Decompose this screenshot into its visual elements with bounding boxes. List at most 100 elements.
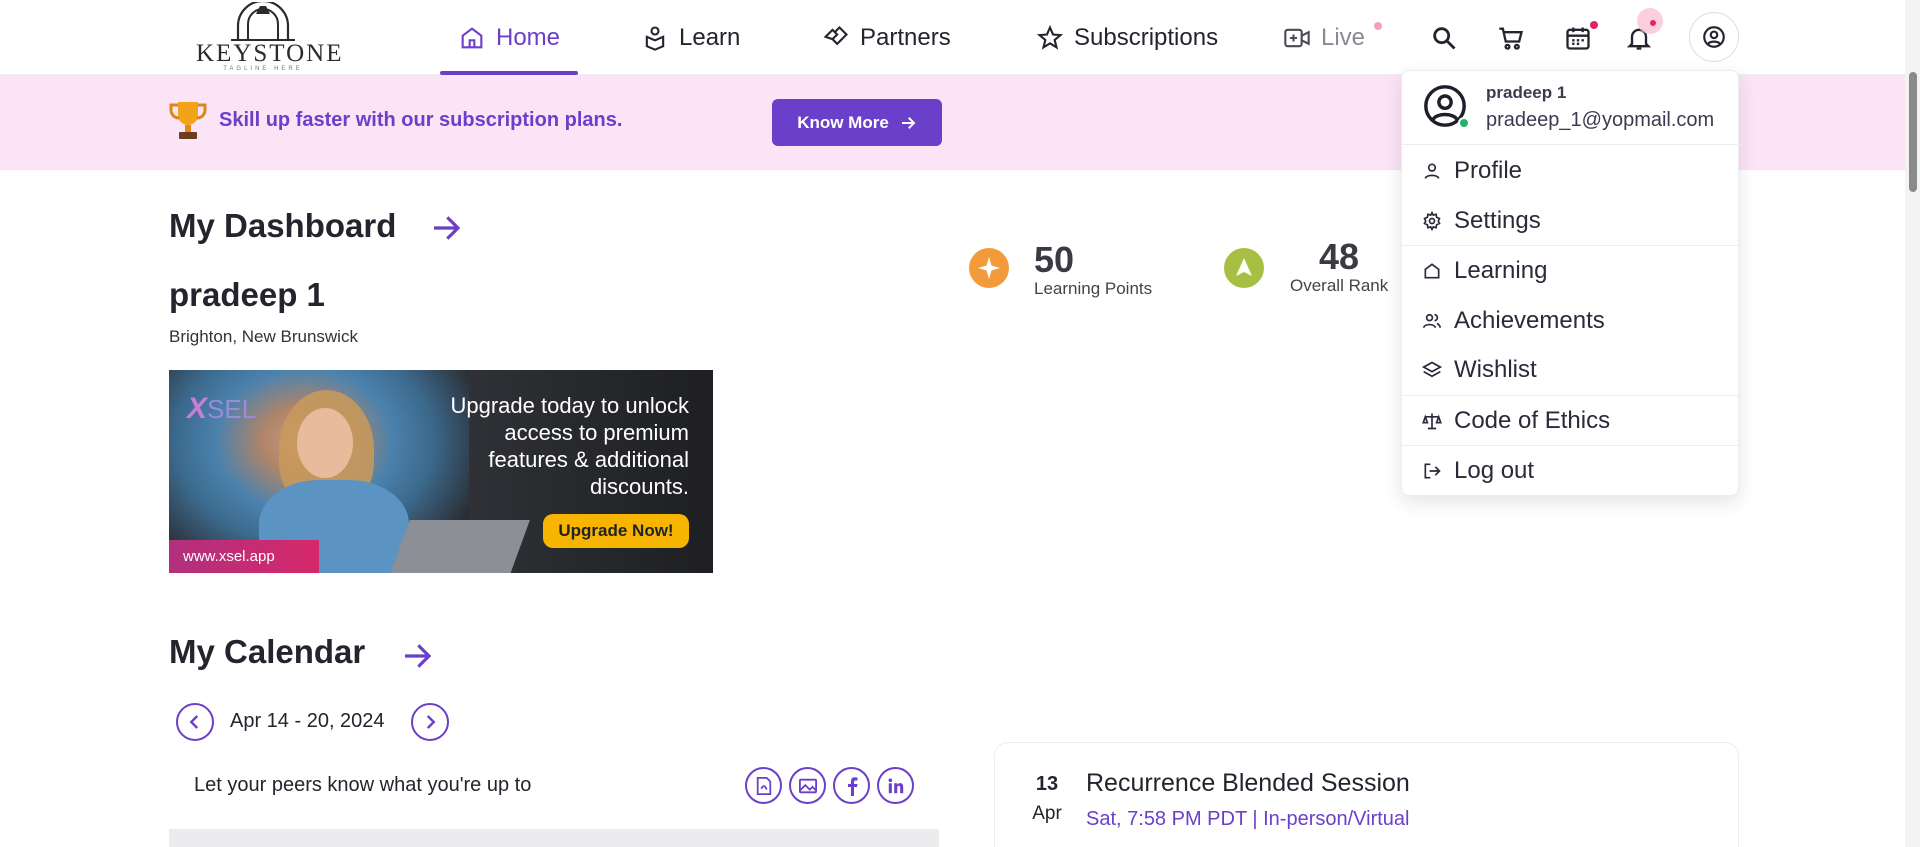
trophy-icon: [169, 102, 207, 139]
nav-subscriptions-label: Subscriptions: [1074, 23, 1219, 51]
handshake-icon: [823, 25, 848, 45]
menu-item-logout[interactable]: Log out: [1402, 446, 1740, 496]
arrow-right-icon: [901, 116, 916, 129]
promo-url: www.xsel.app: [169, 540, 319, 573]
menu-item-code-of-ethics-label: Code of Ethics: [1454, 407, 1611, 434]
dashboard-title: My Dashboard: [169, 207, 397, 244]
nav-live-label: Live: [1321, 23, 1366, 51]
upgrade-promo-banner[interactable]: XSEL Upgrade today to unlock access to p…: [169, 370, 713, 573]
menu-item-settings[interactable]: Settings: [1402, 196, 1740, 246]
promo-photo-laptop: [388, 520, 530, 573]
logout-icon: [1424, 463, 1441, 479]
scrollbar-thumb[interactable]: [1909, 72, 1917, 192]
share-facebook-button[interactable]: [833, 767, 870, 804]
user-dropdown-menu: pradeep 1 pradeep_1@yopmail.com Profile …: [1401, 70, 1740, 496]
overall-rank-icon: [1224, 248, 1264, 288]
linkedin-icon: [888, 777, 903, 793]
xsel-logo: XSEL: [187, 392, 256, 426]
video-plus-icon: [1284, 28, 1310, 47]
event-meta: Sat, 7:58 PM PDT | In-person/Virtual: [1086, 808, 1410, 830]
pdf-icon: [756, 776, 771, 795]
user-name: pradeep 1: [169, 276, 325, 313]
user-icon: [1424, 163, 1440, 179]
live-indicator-dot: [1374, 22, 1382, 30]
nav-home-label: Home: [496, 23, 561, 51]
week-range: Apr 14 - 20, 2024: [230, 710, 385, 732]
nav-live[interactable]: Live: [1283, 0, 1365, 75]
share-prompt: Let your peers know what you're up to: [194, 774, 532, 796]
user-circle-icon: [1703, 26, 1725, 48]
menu-item-achievements-label: Achievements: [1454, 307, 1605, 334]
top-nav-bar: KEYSTONE TAGLINE HERE Home Learn Partner…: [0, 0, 1920, 75]
menu-item-code-of-ethics[interactable]: Code of Ethics: [1402, 396, 1740, 446]
dashboard-arrow-icon[interactable]: [430, 212, 462, 244]
calendar-arrow-icon[interactable]: [401, 640, 433, 672]
menu-item-profile[interactable]: Profile: [1402, 146, 1740, 196]
menu-item-learning-label: Learning: [1454, 257, 1548, 284]
learn-icon: [645, 25, 665, 51]
cart-icon: [1499, 27, 1523, 50]
nav-partners[interactable]: Partners: [822, 0, 951, 75]
users-icon: [1422, 313, 1442, 329]
learning-points-icon: [969, 248, 1009, 288]
menu-item-wishlist-label: Wishlist: [1454, 356, 1537, 383]
gear-icon: [1423, 211, 1441, 231]
user-location: Brighton, New Brunswick: [169, 327, 358, 346]
keystone-logo[interactable]: KEYSTONE TAGLINE HERE: [196, 2, 344, 72]
cart-button[interactable]: [1491, 18, 1531, 58]
chevron-right-icon: [426, 715, 436, 729]
layers-icon: [1422, 361, 1442, 378]
chevron-left-icon: [189, 715, 199, 729]
share-image-button[interactable]: [789, 767, 826, 804]
page-scrollbar[interactable]: [1905, 0, 1920, 847]
home-icon: [1424, 263, 1440, 279]
xsel-logo-x: X: [187, 392, 208, 425]
event-month: Apr: [1032, 803, 1062, 824]
search-icon: [1433, 27, 1456, 50]
nav-subscriptions[interactable]: Subscriptions: [1036, 0, 1218, 75]
home-icon: [461, 26, 483, 48]
menu-item-profile-label: Profile: [1454, 157, 1523, 184]
online-status-dot: [1458, 117, 1470, 129]
menu-item-learning[interactable]: Learning: [1402, 246, 1740, 296]
notification-badge-dot: [1650, 20, 1656, 26]
facebook-icon: [847, 776, 857, 796]
user-menu-email: pradeep_1@yopmail.com: [1486, 109, 1715, 131]
event-title: Recurrence Blended Session: [1086, 769, 1410, 797]
calendar-title: My Calendar: [169, 633, 366, 670]
menu-item-logout-label: Log out: [1454, 457, 1535, 484]
logo-wordmark: KEYSTONE: [196, 40, 344, 67]
share-linkedin-button[interactable]: [877, 767, 914, 804]
user-menu-name: pradeep 1: [1486, 83, 1567, 102]
user-menu-button[interactable]: [1689, 12, 1739, 62]
prev-week-button[interactable]: [176, 703, 214, 741]
upgrade-now-button[interactable]: Upgrade Now!: [543, 514, 689, 548]
learning-points-value: 50: [1034, 239, 1075, 280]
next-week-button[interactable]: [411, 703, 449, 741]
search-button[interactable]: [1424, 18, 1464, 58]
nav-partners-label: Partners: [860, 23, 951, 51]
menu-item-settings-label: Settings: [1454, 207, 1541, 234]
logo-arch-icon: [231, 2, 295, 41]
know-more-button[interactable]: Know More: [772, 99, 942, 146]
calendar-badge-dot: [1590, 21, 1598, 29]
menu-item-achievements[interactable]: Achievements: [1402, 296, 1740, 346]
menu-item-wishlist[interactable]: Wishlist: [1402, 345, 1740, 395]
promo-photo-face: [297, 408, 353, 478]
logo-tagline: TAGLINE HERE: [223, 66, 303, 72]
learning-points-label: Learning Points: [1034, 279, 1153, 298]
post-composer[interactable]: [169, 829, 939, 847]
image-icon: [798, 778, 817, 793]
xsel-logo-sel: SEL: [207, 394, 257, 424]
user-menu-header: pradeep 1 pradeep_1@yopmail.com: [1402, 71, 1740, 145]
share-pdf-button[interactable]: [745, 767, 782, 804]
promo-text: Upgrade today to unlock access to premiu…: [450, 393, 690, 499]
event-card[interactable]: 13 Apr Recurrence Blended Session Sat, 7…: [994, 742, 1739, 847]
star-icon: [1036, 24, 1064, 50]
banner-text: Skill up faster with our subscription pl…: [219, 109, 623, 131]
nav-home[interactable]: Home: [439, 0, 579, 75]
nav-learn[interactable]: Learn: [641, 0, 740, 75]
overall-rank-value: 48: [1319, 236, 1360, 277]
know-more-label: Know More: [797, 112, 889, 132]
scale-icon: [1422, 413, 1442, 430]
